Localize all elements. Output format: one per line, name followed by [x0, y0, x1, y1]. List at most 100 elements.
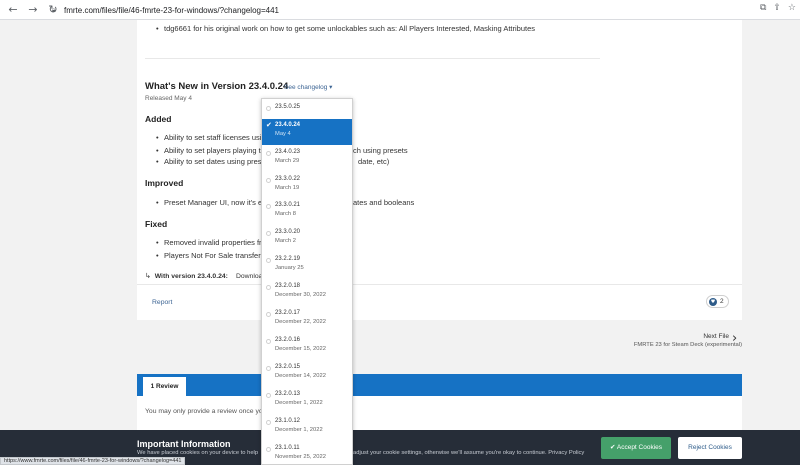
changelog-option[interactable]: 23.2.0.15 December 14, 2022 [262, 361, 352, 387]
credit-bullet: tdg6661 for his original work on how to … [156, 24, 535, 33]
option-version: 23.3.0.21 [275, 202, 301, 208]
improved-item: Preset Manager UI, now it's ea [156, 198, 266, 207]
browser-toolbar: ← → ↻ 🔒︎ fmrte.com/files/file/46-fmrte-2… [0, 0, 800, 20]
changelog-option[interactable]: 23.4.0.23 March 29 [262, 146, 352, 172]
option-date: May 4 [275, 131, 291, 137]
address-bar[interactable]: 🔒︎ fmrte.com/files/file/46-fmrte-23-for-… [52, 3, 752, 17]
divider [145, 58, 600, 59]
option-date: March 2 [275, 238, 296, 244]
version-title: What's New in Version 23.4.0.24 [145, 81, 289, 92]
radio-icon [266, 151, 271, 156]
divider [137, 284, 742, 285]
reaction-button[interactable]: ♥ 2 [706, 295, 729, 308]
next-file-name[interactable]: FMRTE 23 for Steam Deck (experimental) [634, 342, 742, 348]
fixed-item: Players Not For Sale transfer s [156, 251, 267, 260]
fixed-heading: Fixed [145, 219, 168, 229]
radio-icon [266, 393, 271, 398]
changelog-option[interactable]: 23.2.2.19 January 25 [262, 253, 352, 279]
option-version: 23.1.0.11 [275, 445, 300, 451]
radio-icon [266, 366, 271, 371]
fixed-item: Removed invalid properties fro [156, 238, 266, 247]
changelog-option[interactable]: 23.1.0.11 November 25, 2022 [262, 442, 352, 464]
option-version: 23.4.0.24 [275, 122, 301, 128]
improved-item-tail: ates and booleans [353, 198, 415, 207]
added-item: Ability to set staff licenses usi [156, 133, 261, 142]
option-version: 23.2.0.18 [275, 283, 301, 289]
option-date: December 15, 2022 [275, 346, 326, 352]
reject-cookies-button[interactable]: Reject Cookies [678, 437, 742, 459]
accept-cookies-button[interactable]: ✔ Accept Cookies [601, 437, 671, 459]
translate-icon[interactable]: ⧉ [760, 3, 766, 13]
arrow-right-icon[interactable]: → [26, 3, 40, 17]
option-date: January 25 [275, 265, 304, 271]
arrow-left-icon[interactable]: ← [6, 3, 20, 17]
radio-icon [266, 231, 271, 236]
radio-icon [266, 258, 271, 263]
changelog-option[interactable]: 23.2.0.18 December 30, 2022 [262, 280, 352, 306]
changelog-option[interactable]: 23.3.0.21 March 8 [262, 199, 352, 225]
changelog-dropdown[interactable]: 23.5.0.25 ✔ 23.4.0.24 May 4 23.4.0.23 March 2… [261, 98, 353, 465]
radio-icon [266, 339, 271, 344]
reaction-count: 2 [720, 298, 724, 305]
browser-actions: ⧉ ⇪ ☆ [760, 3, 796, 13]
option-version: 23.1.0.12 [275, 418, 301, 424]
radio-icon [266, 204, 271, 209]
option-version: 23.5.0.25 [275, 104, 301, 110]
report-link[interactable]: Report [152, 299, 172, 306]
radio-icon [266, 447, 271, 452]
option-version: 23.4.0.23 [275, 149, 301, 155]
improved-heading: Improved [145, 178, 184, 188]
reviews-panel: You may only provide a review once you [137, 396, 742, 431]
radio-icon [266, 285, 271, 290]
option-date: March 8 [275, 211, 296, 217]
with-version-row: ↳ With version 23.4.0.24: Download [145, 272, 266, 280]
option-version: 23.2.0.15 [275, 364, 301, 370]
option-date: March 29 [275, 158, 300, 164]
option-date: November 25, 2022 [275, 454, 326, 460]
heart-icon: ♥ [709, 297, 717, 306]
chevron-right-icon[interactable]: › [732, 331, 737, 346]
with-version-label: With version 23.4.0.24: [154, 273, 228, 280]
see-changelog-link[interactable]: See changelog ▾ [284, 83, 332, 91]
released-date: Released May 4 [145, 95, 192, 102]
added-item-tail: ch using presets [353, 146, 408, 155]
added-item-tail: date, etc) [358, 157, 390, 166]
added-item: Ability to set dates using prese [156, 157, 266, 166]
changelog-option[interactable]: 23.3.0.22 March 19 [262, 173, 352, 199]
share-icon[interactable]: ⇪ [773, 3, 781, 13]
changelog-option[interactable]: 23.1.0.12 December 1, 2022 [262, 415, 352, 441]
cookie-text: We have placed cookies on your device to… [137, 450, 259, 456]
next-file-label[interactable]: Next File [703, 333, 729, 340]
cookie-text-continued: adjust your cookie settings, otherwise w… [353, 450, 585, 456]
option-date: December 1, 2022 [275, 400, 323, 406]
option-date: December 30, 2022 [275, 292, 326, 298]
option-version: 23.2.0.17 [275, 310, 301, 316]
option-version: 23.2.0.16 [275, 337, 301, 343]
lock-icon: 🔒︎ [52, 5, 56, 14]
option-version: 23.2.0.13 [275, 391, 301, 397]
reviews-tabbar: 1 Review [137, 374, 742, 396]
tab-reviews[interactable]: 1 Review [143, 377, 186, 396]
address-url: fmrte.com/files/file/46-fmrte-23-for-win… [64, 5, 279, 15]
radio-icon [266, 312, 271, 317]
option-date: December 14, 2022 [275, 373, 326, 379]
changelog-option[interactable]: 23.2.0.16 December 15, 2022 [262, 334, 352, 360]
option-version: 23.2.2.19 [275, 256, 301, 262]
option-version: 23.3.0.20 [275, 229, 301, 235]
radio-icon [266, 106, 271, 111]
option-version: 23.3.0.22 [275, 176, 301, 182]
changelog-option[interactable]: 23.2.0.13 December 1, 2022 [262, 388, 352, 414]
review-note: You may only provide a review once you [145, 408, 267, 415]
status-bar-url: https://www.fmrte.com/files/file/46-fmrt… [0, 457, 186, 465]
option-date: March 19 [275, 185, 300, 191]
changelog-option[interactable]: ✔ 23.4.0.24 May 4 [262, 119, 352, 145]
option-date: December 22, 2022 [275, 319, 326, 325]
reply-arrow-icon: ↳ [145, 273, 151, 280]
radio-icon [266, 178, 271, 183]
added-item: Ability to set players playing ti [156, 146, 262, 155]
radio-icon [266, 420, 271, 425]
bookmark-star-icon[interactable]: ☆ [788, 3, 796, 13]
changelog-option[interactable]: 23.3.0.20 March 2 [262, 226, 352, 252]
changelog-option[interactable]: 23.2.0.17 December 22, 2022 [262, 307, 352, 333]
checkmark-icon: ✔ [266, 121, 272, 129]
